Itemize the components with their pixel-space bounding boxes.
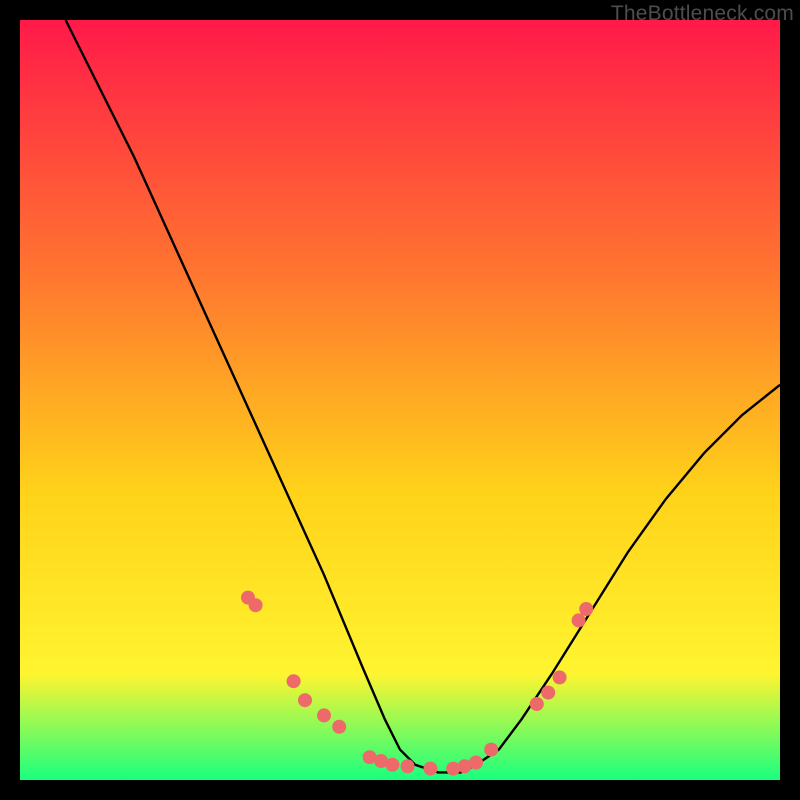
marker-dot — [423, 762, 437, 776]
marker-dot — [401, 759, 415, 773]
marker-dot — [579, 602, 593, 616]
marker-dot — [287, 674, 301, 688]
marker-dot — [298, 693, 312, 707]
watermark-text: TheBottleneck.com — [611, 2, 794, 26]
bottleneck-chart — [20, 20, 780, 780]
marker-dot — [484, 743, 498, 757]
chart-frame — [20, 20, 780, 780]
marker-dot — [317, 708, 331, 722]
marker-dot — [332, 720, 346, 734]
marker-dot — [385, 758, 399, 772]
marker-dot — [530, 697, 544, 711]
marker-dot — [572, 613, 586, 627]
marker-dot — [553, 670, 567, 684]
gradient-background — [20, 20, 780, 780]
marker-dot — [541, 686, 555, 700]
marker-dot — [249, 598, 263, 612]
marker-dot — [469, 756, 483, 770]
